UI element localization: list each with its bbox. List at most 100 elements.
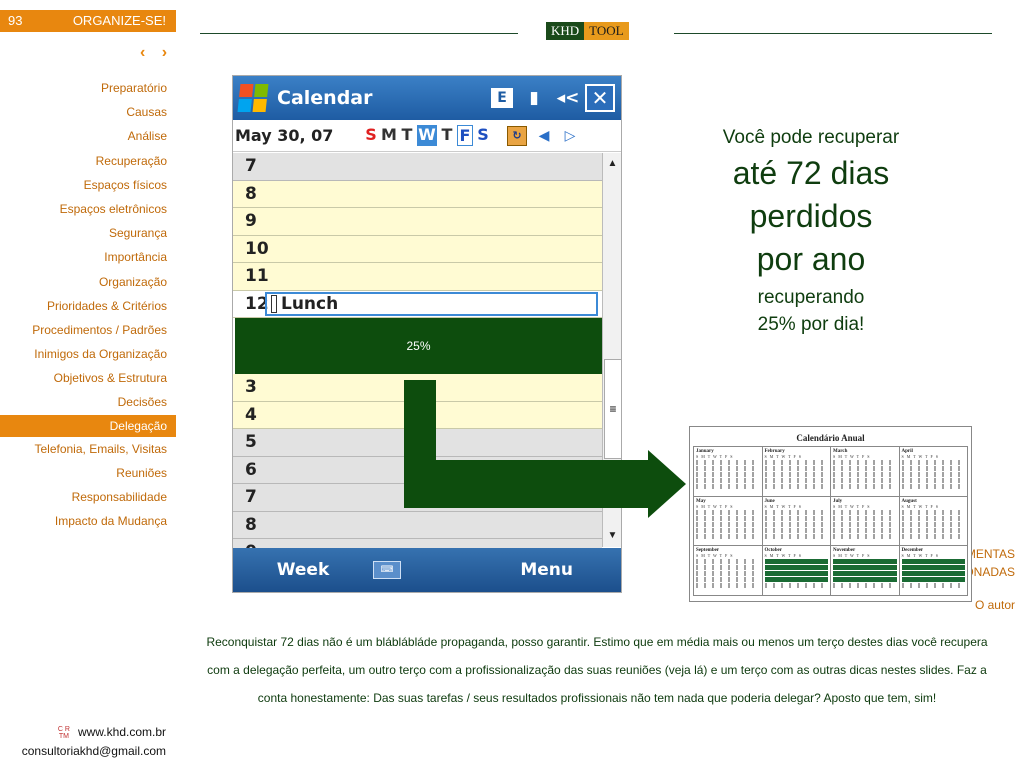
scroll-up-icon[interactable]: ▲: [603, 153, 621, 175]
month-week-row: [696, 478, 760, 483]
menu-softkey[interactable]: Menu: [401, 560, 621, 580]
month-weekday-header: S M T W T F S: [833, 553, 871, 559]
month-cell: July S M T W T F S: [831, 496, 900, 547]
current-date[interactable]: May 30, 07: [233, 126, 361, 145]
website-link[interactable]: www.khd.com.br: [78, 725, 166, 739]
annual-month-grid: January S M T W T F S February S M T W T F …: [693, 446, 968, 596]
page-number: 93: [8, 13, 23, 28]
sidebar-item[interactable]: Telefonia, Emails, Visitas: [0, 437, 176, 461]
month-week-row: [696, 509, 760, 515]
month-weekday-header: S M T W T F S: [696, 503, 734, 509]
next-arrow-icon[interactable]: ▷: [561, 128, 579, 144]
month-cell: September S M T W T F S: [694, 546, 763, 596]
sidebar-nav: Preparatório Causas Análise Recuperação Espa…: [0, 76, 176, 533]
weekday-button[interactable]: S: [363, 125, 379, 146]
month-week-row: [833, 460, 897, 465]
sidebar-item[interactable]: Inimigos da Organização: [0, 342, 176, 366]
body-paragraph: Reconquistar 72 dias não é um blábláblád…: [206, 635, 988, 705]
keyboard-icon[interactable]: ⌨: [373, 561, 401, 579]
sidebar-item[interactable]: Preparatório: [0, 76, 176, 100]
month-week-row: [764, 571, 828, 577]
hour-label: 11: [245, 266, 269, 287]
month-week-row: [833, 533, 897, 539]
weekday-button[interactable]: T: [399, 125, 415, 146]
month-cell: February S M T W T F S: [762, 447, 831, 497]
month-week-row: [833, 509, 897, 515]
month-week-row: [833, 565, 897, 571]
close-icon[interactable]: ✕: [585, 84, 615, 112]
hour-row[interactable]: 11: [233, 263, 602, 291]
phone-date-bar: May 30, 07 SMTWTFS ↻ ◀ ▷: [233, 120, 621, 152]
slide: 93 ORGANIZE-SE! KHD TOOL ‹ › Preparatóri…: [0, 0, 1024, 768]
week-softkey[interactable]: Week: [233, 560, 373, 580]
month-cell: December S M T W T F S: [899, 546, 968, 596]
month-weekday-header: S M T W T F S: [901, 503, 939, 509]
hour-row[interactable]: 12 Lunch: [233, 290, 602, 318]
month-week-row: [833, 515, 897, 521]
hour-row[interactable]: 10: [233, 235, 602, 263]
sidebar-item[interactable]: Segurança: [0, 221, 176, 245]
month-cell: March S M T W T F S: [831, 447, 900, 497]
weekday-button[interactable]: F: [457, 125, 473, 146]
annual-calendar-image: Calendário Anual January S M T W T F S Feb…: [689, 426, 972, 602]
sidebar-item[interactable]: Responsabilidade: [0, 485, 176, 509]
volume-icon[interactable]: ◂<: [555, 85, 581, 111]
weekday-button[interactable]: W: [417, 125, 437, 146]
month-week-row: [901, 577, 965, 583]
sidebar-item[interactable]: Organização: [0, 270, 176, 294]
sidebar-item[interactable]: Análise: [0, 124, 176, 148]
sidebar-item[interactable]: Causas: [0, 100, 176, 124]
month-week-row: [901, 521, 965, 527]
windows-start-icon[interactable]: [237, 84, 269, 112]
sidebar-item[interactable]: Impacto da Mudança: [0, 509, 176, 533]
email-icon[interactable]: E: [491, 88, 513, 108]
month-week-row: [696, 565, 760, 571]
sidebar-item[interactable]: Espaços eletrônicos: [0, 197, 176, 221]
weekday-button[interactable]: T: [439, 125, 455, 146]
hour-row[interactable]: 8: [233, 180, 602, 208]
month-week-row: [833, 571, 897, 577]
sidebar-author-link[interactable]: O autor: [975, 596, 1015, 614]
month-cell: January S M T W T F S: [694, 447, 763, 497]
sidebar-item[interactable]: Procedimentos / Padrões: [0, 318, 176, 342]
month-weekday-header: S M T W T F S: [764, 454, 802, 459]
month-week-row: [764, 565, 828, 571]
prev-arrow-icon[interactable]: ◀: [535, 128, 553, 144]
sync-icon[interactable]: ↻: [507, 125, 527, 146]
hour-label: 5: [245, 432, 257, 453]
sidebar-item[interactable]: Reuniões: [0, 461, 176, 485]
month-week-row: [901, 466, 965, 471]
header-rule-right: [674, 33, 992, 34]
scroll-down-icon[interactable]: ▼: [603, 525, 621, 547]
slide-nav-arrows[interactable]: ‹ ›: [140, 44, 173, 62]
sidebar-item[interactable]: Decisões: [0, 390, 176, 414]
sidebar-item[interactable]: Recuperação: [0, 149, 176, 173]
month-cell: May S M T W T F S: [694, 496, 763, 547]
hour-row[interactable]: 9: [233, 208, 602, 236]
percentage-overlay: 25%: [235, 318, 602, 374]
month-week-row: [696, 559, 760, 565]
email-link[interactable]: consultoriakhd@gmail.com: [0, 742, 166, 761]
month-week-row: [764, 583, 828, 589]
hour-row[interactable]: 7: [233, 153, 602, 181]
sidebar-item[interactable]: Prioridades & Critérios: [0, 294, 176, 318]
weekday-button[interactable]: M: [381, 125, 397, 146]
sidebar-item[interactable]: Objetivos & Estrutura: [0, 366, 176, 390]
month-week-row: [901, 533, 965, 539]
signal-icon[interactable]: ▮: [521, 85, 547, 111]
month-week-row: [696, 515, 760, 521]
month-week-row: [696, 583, 760, 589]
sidebar-item[interactable]: Importância: [0, 245, 176, 269]
month-week-row: [696, 472, 760, 477]
month-week-row: [833, 484, 897, 489]
month-cell: October S M T W T F S: [762, 546, 831, 596]
sidebar-item[interactable]: Delegação: [0, 414, 176, 437]
annual-calendar-title: Calendário Anual: [796, 433, 865, 443]
sidebar-item[interactable]: Espaços físicos: [0, 173, 176, 197]
month-weekday-header: S M T W T F S: [901, 553, 939, 559]
lunch-appointment[interactable]: Lunch: [265, 291, 598, 316]
weekday-button[interactable]: S: [475, 125, 491, 146]
month-week-row: [764, 460, 828, 465]
copyright-icon: C R TM: [57, 725, 70, 740]
month-week-row: [901, 527, 965, 533]
